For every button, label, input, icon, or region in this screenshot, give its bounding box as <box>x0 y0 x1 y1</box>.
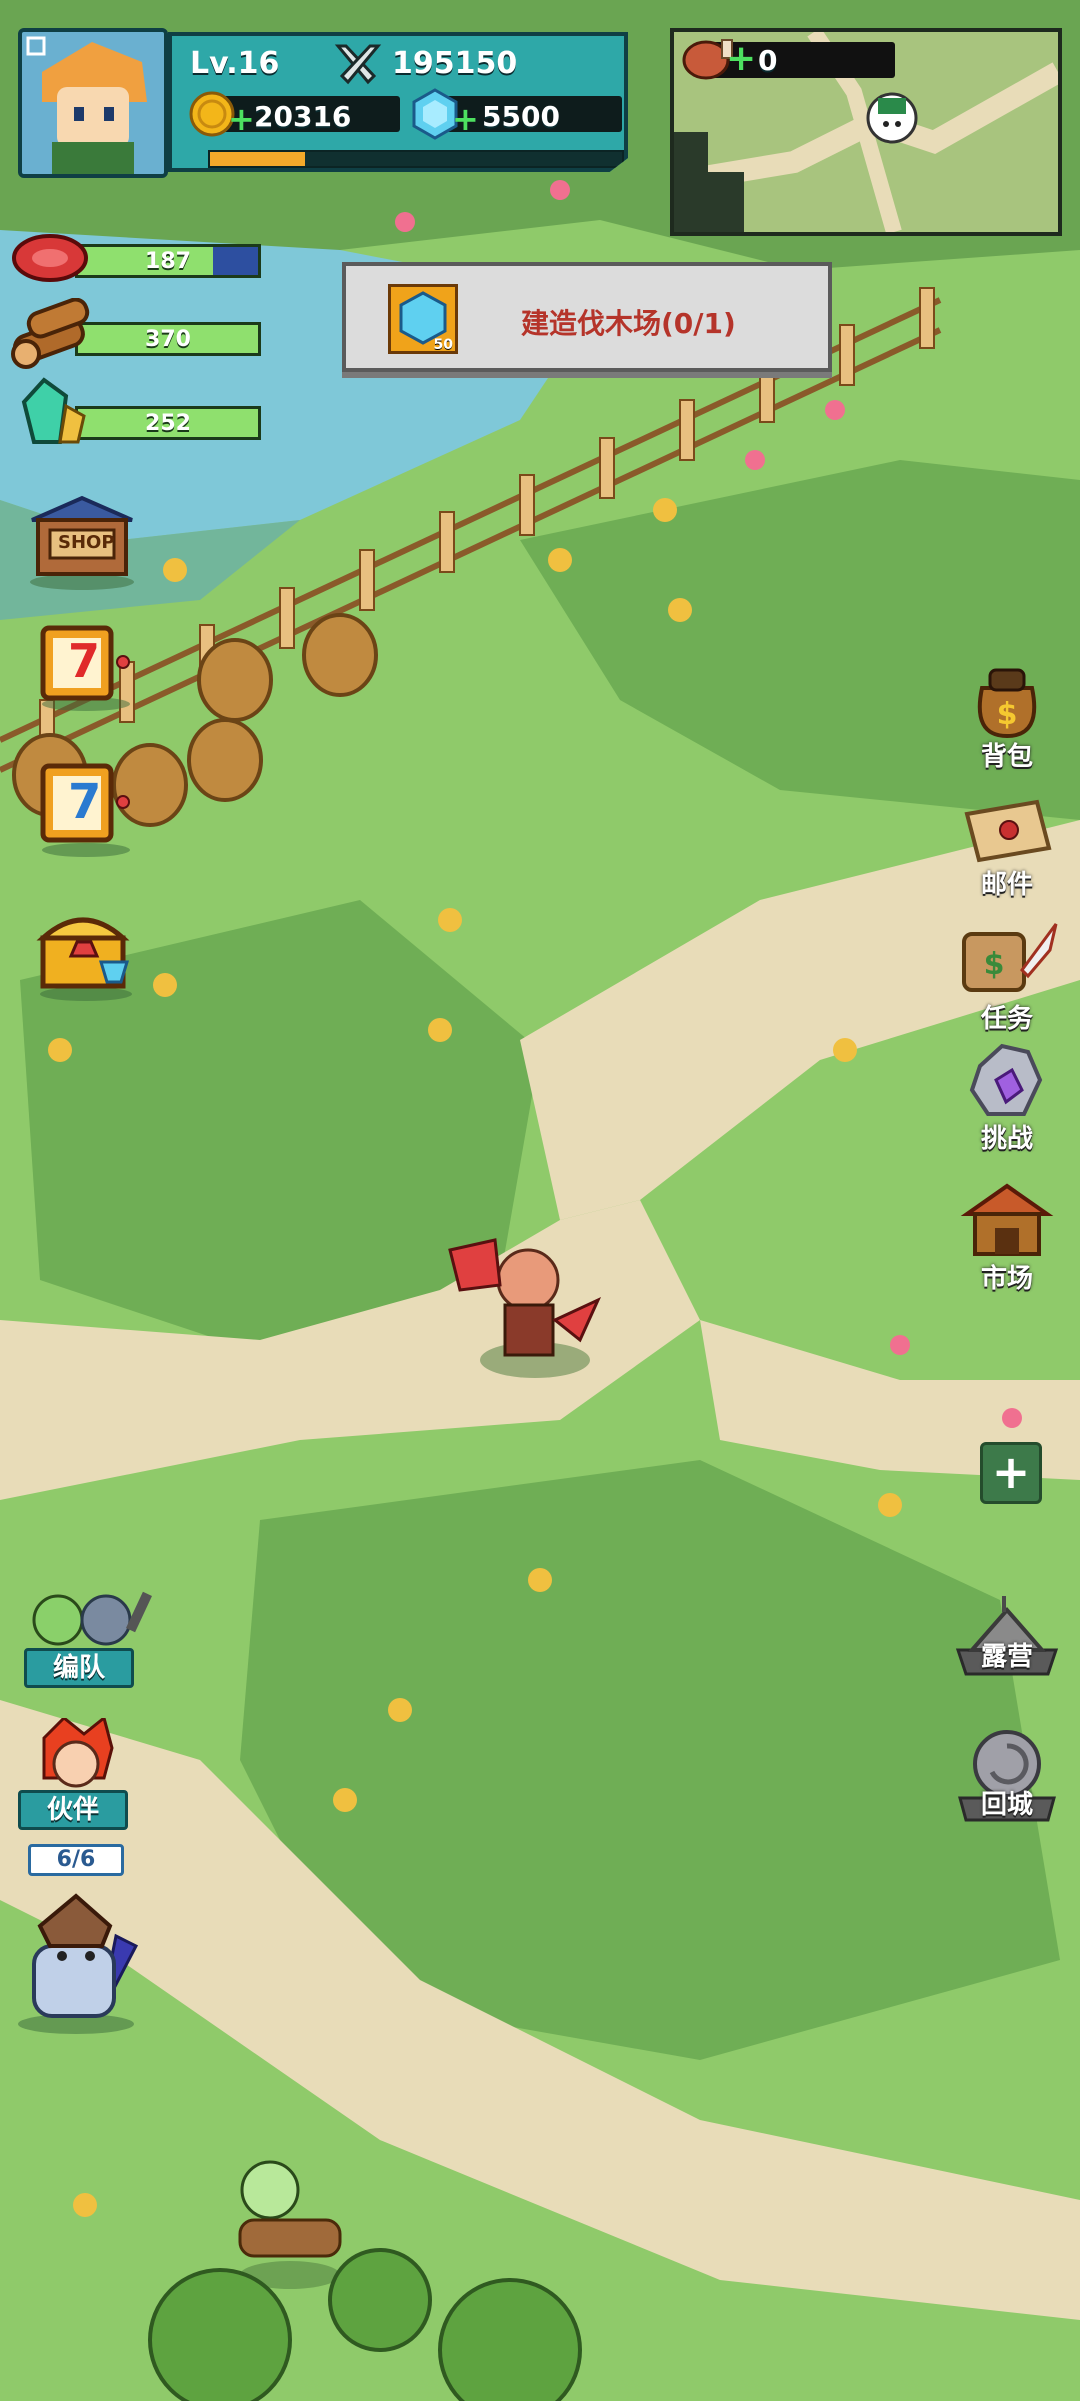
yeti-hero-portrait[interactable] <box>6 1886 146 2040</box>
yeti-warrior-icon <box>18 1893 139 2034</box>
challenge-label: 挑战 <box>980 1124 1033 1154</box>
partner-label: 伙伴 <box>18 1790 128 1830</box>
mail-button[interactable]: 邮件 <box>952 796 1062 901</box>
slot-machine-button-red[interactable]: 7 <box>26 622 146 716</box>
market-button[interactable]: 市场 <box>952 1180 1062 1295</box>
quest-log-button[interactable]: $ 任务 <box>952 920 1062 1035</box>
money-bag-icon: $ <box>977 668 1037 739</box>
team-formation-label: 编队 <box>24 1648 134 1688</box>
wood-log-icon <box>8 297 100 378</box>
gold-value: 20316 <box>254 100 352 133</box>
green-crystal-icon <box>14 376 92 452</box>
xp-progress-bar <box>208 150 624 168</box>
player-avatar[interactable] <box>18 28 168 178</box>
camp-button[interactable]: 露营 <box>952 1590 1062 1676</box>
player-level: Lv.16 <box>190 46 280 81</box>
slot-number-blue: 7 <box>68 774 102 830</box>
meat-resource-value: 187 <box>145 249 191 274</box>
svg-text:$: $ <box>984 947 1005 982</box>
combat-power-value: 195150 <box>392 46 518 81</box>
wood-resource-value: 370 <box>145 327 191 352</box>
quest-log-label: 任务 <box>980 1004 1033 1034</box>
add-meat-icon[interactable]: + <box>726 38 756 79</box>
treasure-chest-button[interactable] <box>26 902 146 1006</box>
expand-menu-plus-button[interactable]: + <box>980 1442 1042 1504</box>
xp-progress-fill <box>210 152 305 166</box>
market-label: 市场 <box>980 1264 1033 1294</box>
partner-button[interactable]: 伙伴 6/6 <box>14 1715 134 1876</box>
meat-count: 0 <box>758 44 778 77</box>
add-gem-icon[interactable]: + <box>452 100 479 138</box>
treasure-chest-icon <box>36 917 132 1001</box>
quest-reward-badge: 50 <box>433 337 453 353</box>
bag-label: 背包 <box>980 742 1033 772</box>
meat-resource-bar: 187 <box>75 244 261 278</box>
partner-count-badge: 6/6 <box>28 1844 124 1876</box>
quest-banner[interactable]: 50 建造伐木场(0/1) <box>342 262 832 372</box>
slot-number-red: 7 <box>68 634 101 688</box>
mail-scroll-icon <box>964 799 1052 863</box>
challenge-button[interactable]: 挑战 <box>952 1040 1062 1155</box>
meat-icon <box>10 230 92 290</box>
wood-resource-bar: 370 <box>75 322 261 356</box>
shop-sign-label: SHOP <box>58 532 115 553</box>
market-stall-icon <box>960 1183 1054 1256</box>
slot-machine-button-blue[interactable]: 7 <box>26 758 146 862</box>
crystal-resource-bar: 252 <box>75 406 261 440</box>
minimap-player-marker-icon <box>864 90 920 150</box>
quest-text: 建造伐木场(0/1) <box>521 307 736 340</box>
add-gold-icon[interactable]: + <box>228 100 255 138</box>
team-formation-button[interactable]: 编队 <box>8 1586 158 1688</box>
player-profile-panel: Lv.16 195150 + 20316 + 5500 <box>18 28 628 178</box>
return-city-button[interactable]: 回城 <box>952 1724 1062 1822</box>
shop-button[interactable]: SHOP <box>22 490 142 594</box>
quest-reward-gem-icon: 50 <box>388 284 458 354</box>
svg-text:$: $ <box>997 697 1018 732</box>
quest-scroll-quill-icon: $ <box>962 923 1058 992</box>
bag-button[interactable]: $ 背包 <box>952 658 1062 773</box>
challenge-crystal-rock-icon <box>969 1043 1043 1116</box>
crystal-resource-value: 252 <box>145 411 191 436</box>
avatar-portrait-icon <box>22 32 164 174</box>
player-stats-panel: Lv.16 195150 + 20316 + 5500 <box>168 32 628 172</box>
crossed-swords-icon <box>332 42 384 90</box>
gem-value: 5500 <box>482 100 560 133</box>
mail-label: 邮件 <box>980 870 1033 900</box>
